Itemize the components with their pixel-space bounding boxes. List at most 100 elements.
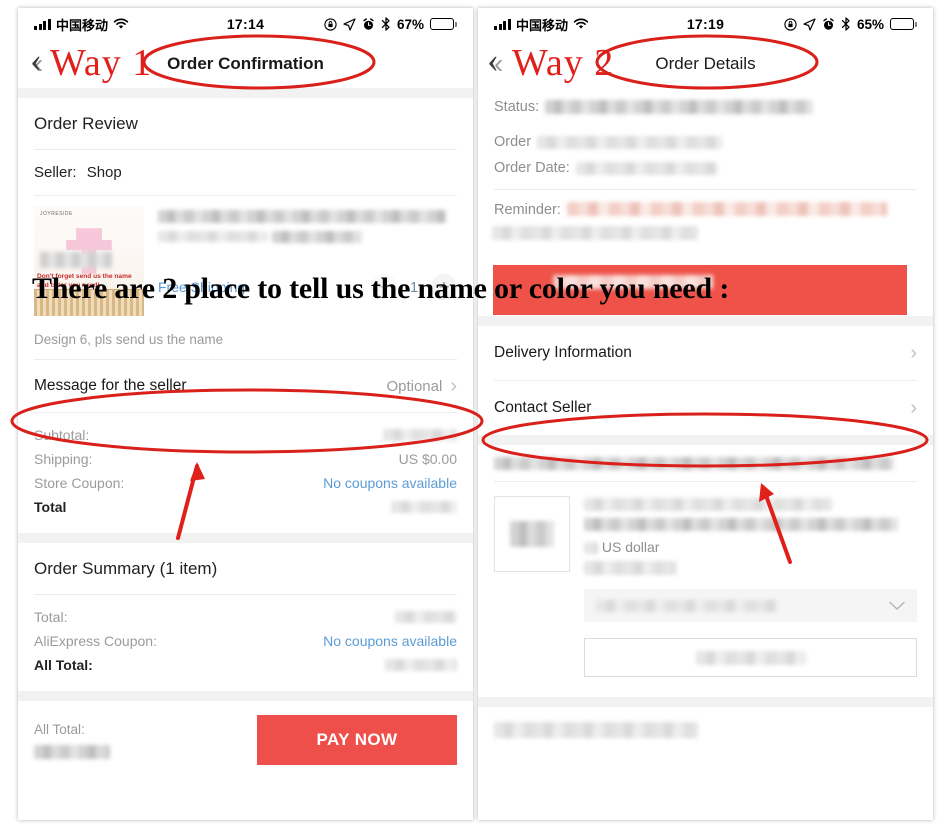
total-row: Subtotal: [34, 423, 457, 447]
pay-bar-total: All Total: [34, 720, 110, 760]
quantity-stepper[interactable]: − 1 + [371, 274, 457, 300]
product-row[interactable]: JOYRESIDE Don't forget send us the name … [34, 196, 457, 322]
total-row: Total [34, 495, 457, 519]
order-date-label: Order Date: [494, 160, 570, 176]
product-thumbnail-redaction [510, 521, 554, 547]
order-date-row: Order Date: [494, 155, 917, 181]
product-option-value-redaction [596, 599, 778, 612]
footer-row [494, 707, 917, 753]
shipping-label: Shipping: [34, 451, 93, 467]
product-title-redaction [158, 210, 446, 224]
aliexpress-coupon-label: AliExpress Coupon: [34, 633, 157, 649]
phone-screenshot-way1: 中国移动 17:14 67% ‹ Order Confirmation Orde… [18, 8, 473, 820]
contact-seller-label: Contact Seller [494, 399, 592, 416]
order-totals-list: Subtotal: Shipping: US $0.00 Store Coupo… [34, 413, 457, 533]
chevron-right-icon: › [450, 375, 457, 397]
message-for-seller-label: Message for the seller [34, 377, 187, 394]
status-bar-left: 中国移动 17:14 67% [18, 8, 473, 40]
chevron-right-icon: › [910, 397, 917, 419]
status-bar-right: 中国移动 17:19 65% [478, 8, 933, 40]
store-name-redaction [494, 457, 894, 471]
product-action-button[interactable] [584, 638, 917, 677]
all-total-label: All Total: [34, 657, 93, 673]
section-divider [18, 691, 473, 701]
page-title-order-details: Order Details [655, 54, 756, 73]
product-info: Free Shipping − 1 + [158, 206, 457, 316]
store-coupon-label: Store Coupon: [34, 475, 125, 491]
status-value-redaction [545, 100, 814, 114]
footer-redaction [494, 721, 698, 738]
product-price-currency: US dollar [601, 539, 660, 555]
order-review-title: Order Review [34, 114, 138, 133]
section-divider [478, 697, 933, 707]
nav-bar-right: ‹ Order Details [478, 40, 933, 88]
product-image-fence-decor [34, 289, 144, 316]
order-label: Order [494, 134, 532, 150]
order-date-redaction [575, 161, 718, 175]
product-row[interactable]: US dollar [494, 482, 917, 681]
order-info-card: Status: Order Order Date: Reminder: [478, 88, 933, 316]
section-divider [478, 435, 933, 445]
total-value-redaction [391, 501, 457, 513]
product-title-redaction-2 [158, 231, 268, 243]
quantity-decrease-button[interactable]: − [371, 274, 397, 300]
chevron-right-icon: › [910, 342, 917, 364]
message-for-seller-row[interactable]: Message for the seller Optional › [34, 360, 457, 412]
order-summary-list: Total: AliExpress Coupon: No coupons ava… [34, 595, 457, 691]
order-summary-title: Order Summary (1 item) [34, 559, 218, 578]
pay-now-button[interactable]: PAY NOW [257, 715, 457, 765]
screenshot-stage: 中国移动 17:14 67% ‹ Order Confirmation Orde… [0, 0, 949, 830]
status-label: Status: [494, 99, 540, 115]
product-image-redaction [40, 252, 112, 268]
product-variant-redaction [272, 230, 363, 243]
order-review-card: Order Review Seller: Shop JOYRESIDE Don'… [18, 98, 473, 533]
total-row: Shipping: US $0.00 [34, 447, 457, 471]
product-thumbnail[interactable] [494, 496, 570, 572]
message-for-seller-value: Optional [386, 377, 443, 395]
summary-total-value-redaction [395, 611, 457, 623]
product-details: US dollar [584, 496, 917, 677]
subtotal-value-redaction [383, 429, 457, 441]
store-row[interactable] [494, 445, 917, 481]
summary-row: Total: [34, 605, 457, 629]
quantity-increase-button[interactable]: + [431, 274, 457, 300]
product-action-button-label-redaction [695, 650, 806, 665]
reminder-row: Reminder: [494, 190, 917, 224]
product-title-redaction [584, 498, 832, 512]
product-option-select[interactable] [584, 589, 917, 622]
reminder-value-redaction [566, 202, 887, 216]
contact-seller-row[interactable]: Contact Seller › [494, 381, 917, 435]
summary-row[interactable]: AliExpress Coupon: No coupons available [34, 629, 457, 653]
design-note: Design 6, pls send us the name [34, 332, 224, 347]
summary-row: All Total: [34, 653, 457, 677]
order-footer-card [478, 707, 933, 753]
total-row[interactable]: Store Coupon: No coupons available [34, 471, 457, 495]
pay-bar: All Total: PAY NOW [18, 701, 473, 781]
product-price-row: US dollar [584, 539, 917, 555]
shipping-value: US $0.00 [398, 451, 457, 467]
product-bottom-row: Free Shipping − 1 + [158, 274, 457, 300]
all-total-value-redaction [385, 659, 457, 671]
status-bar-clock: 17:14 [226, 16, 265, 32]
aliexpress-coupon-value[interactable]: No coupons available [323, 633, 457, 649]
section-divider [18, 533, 473, 543]
delivery-information-row[interactable]: Delivery Information › [494, 326, 917, 380]
order-number-row: Order [494, 120, 917, 155]
pay-all-total-value-redaction [34, 744, 110, 759]
seller-row[interactable]: Seller: Shop [34, 150, 457, 195]
pay-all-total-label: All Total: [34, 722, 85, 737]
order-summary-card: Order Summary (1 item) Total: AliExpress… [18, 543, 473, 691]
product-image-caption: Don't forget send us the name and color … [37, 273, 132, 289]
subtotal-label: Subtotal: [34, 427, 90, 443]
store-coupon-value[interactable]: No coupons available [323, 475, 457, 491]
delivery-information-label: Delivery Information [494, 344, 632, 361]
status-row: Status: [494, 94, 917, 120]
product-price-redaction [584, 542, 598, 555]
product-image[interactable]: JOYRESIDE Don't forget send us the name … [34, 206, 144, 316]
product-subtitle-redaction [584, 561, 676, 575]
status-bar-clock: 17:19 [686, 16, 725, 32]
section-divider [18, 88, 473, 98]
seller-label: Seller: [34, 164, 77, 181]
section-divider [478, 316, 933, 326]
reminder-value-redaction-2 [492, 225, 698, 240]
